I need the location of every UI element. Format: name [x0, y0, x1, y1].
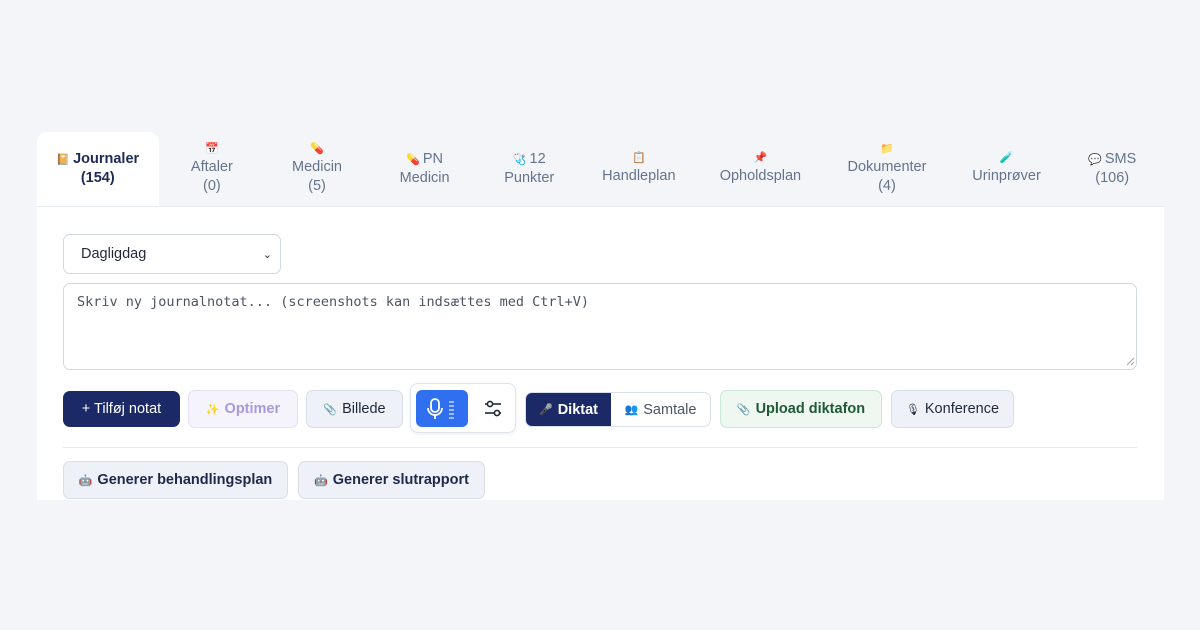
tab-label: Handleplan	[602, 168, 676, 184]
tab-12-punkter[interactable]: 🩺 12 Punkter	[480, 132, 578, 206]
stethoscope-icon: 🩺	[512, 153, 527, 166]
notebook-icon: 📔	[56, 153, 71, 166]
note-input[interactable]	[63, 283, 1137, 370]
sliders-icon	[485, 400, 501, 417]
pill-icon: 💊	[310, 141, 324, 155]
calendar-icon: 📅	[205, 141, 219, 155]
tab-label: PN	[422, 151, 444, 167]
input-mode-toggle: 🎤 Diktat 👥 Samtale	[525, 392, 711, 427]
image-button[interactable]: 📎 Billede	[306, 390, 403, 428]
robot-icon: 🤖	[78, 473, 93, 487]
chevron-down-icon: ⌄	[262, 247, 272, 261]
robot-icon: 🤖	[314, 473, 328, 487]
generate-final-report-label: Generer slutrapport	[332, 472, 469, 488]
tab-pn-medicin[interactable]: 💊 PN Medicin	[369, 132, 481, 206]
sparkles-icon: ✨	[205, 402, 220, 416]
tab-handleplan[interactable]: 📋 Handleplan	[578, 132, 700, 206]
tab-aftaler[interactable]: 📅 Aftaler (0)	[159, 132, 266, 206]
add-note-label: + Tilføj notat	[81, 401, 162, 417]
tab-medicin[interactable]: 💊 Medicin (5)	[265, 132, 369, 206]
generate-treatment-plan-label: Generer behandlingsplan	[97, 472, 273, 488]
upload-dictaphone-button[interactable]: 📎 Upload diktafon	[720, 390, 882, 428]
recorder-group	[410, 383, 516, 433]
conference-button[interactable]: 🎙 Konference	[891, 390, 1014, 428]
paperclip-icon: 📎	[323, 402, 338, 416]
conference-label: Konference	[924, 401, 1000, 417]
tab-bar: 📔 Journaler (154) 📅 Aftaler (0) 💊 Medicin…	[37, 132, 1164, 206]
microphone-button[interactable]	[416, 390, 468, 427]
speech-bubble-icon: 💬	[1088, 153, 1102, 166]
tab-label: Opholdsplan	[719, 168, 802, 184]
mode-conversation-label: Samtale	[643, 401, 697, 418]
tab-count: (5)	[308, 177, 326, 194]
tab-label: Medicin	[399, 170, 450, 186]
generate-treatment-plan-button[interactable]: 🤖 Generer behandlingsplan	[63, 461, 288, 499]
tab-label: Medicin	[292, 158, 342, 175]
journal-panel: Dagligdag ⌄ + Tilføj notat ✨ Optimer 📎 B…	[37, 206, 1164, 500]
tab-label: Punkter	[504, 170, 555, 186]
tab-count: (106)	[1095, 170, 1130, 186]
pushpin-icon: 📌	[753, 151, 768, 164]
category-select[interactable]: Dagligdag ⌄	[63, 234, 281, 274]
test-tube-icon: 🧪	[999, 151, 1014, 164]
optimize-button[interactable]: ✨ Optimer	[188, 390, 298, 428]
tab-label: Urinprøver	[972, 168, 1041, 184]
mode-dictate-label: Diktat	[557, 401, 598, 418]
tab-count: (4)	[878, 177, 896, 194]
divider	[63, 447, 1137, 448]
recorder-settings-button[interactable]	[475, 390, 512, 427]
mode-conversation-button[interactable]: 👥 Samtale	[611, 393, 710, 426]
tab-label: Dokumenter	[847, 158, 927, 175]
studio-microphone-icon: 🎙	[905, 402, 920, 416]
pill-icon: 💊	[406, 153, 420, 166]
add-note-button[interactable]: + Tilføj notat	[63, 391, 180, 427]
paperclip-icon: 📎	[736, 402, 751, 416]
tab-label: Journaler	[73, 151, 140, 167]
folder-icon: 📁	[880, 141, 894, 155]
people-icon: 👥	[624, 403, 639, 416]
tab-count: (0)	[203, 177, 221, 194]
generate-final-report-button[interactable]: 🤖 Generer slutrapport	[298, 461, 485, 499]
category-select-value: Dagligdag	[81, 246, 147, 262]
tab-sms[interactable]: 💬 SMS (106)	[1060, 132, 1164, 206]
tab-label: 12	[529, 151, 546, 167]
microphone-icon: 🎤	[539, 403, 553, 416]
tab-label: SMS	[1104, 151, 1137, 167]
tab-count: (154)	[80, 170, 115, 186]
tab-label: Aftaler	[190, 158, 233, 175]
tab-opholdsplan[interactable]: 📌 Opholdsplan	[700, 132, 822, 206]
tab-journaler[interactable]: 📔 Journaler (154)	[37, 132, 159, 206]
image-label: Billede	[342, 401, 386, 417]
optimize-label: Optimer	[224, 401, 281, 417]
clipboard-icon: 📋	[632, 151, 646, 164]
microphone-icon	[427, 398, 454, 419]
upload-dictaphone-label: Upload diktafon	[755, 401, 866, 417]
mode-dictate-button[interactable]: 🎤 Diktat	[526, 393, 611, 426]
tab-urinproever[interactable]: 🧪 Urinprøver	[953, 132, 1061, 206]
tab-dokumenter[interactable]: 📁 Dokumenter (4)	[821, 132, 953, 206]
